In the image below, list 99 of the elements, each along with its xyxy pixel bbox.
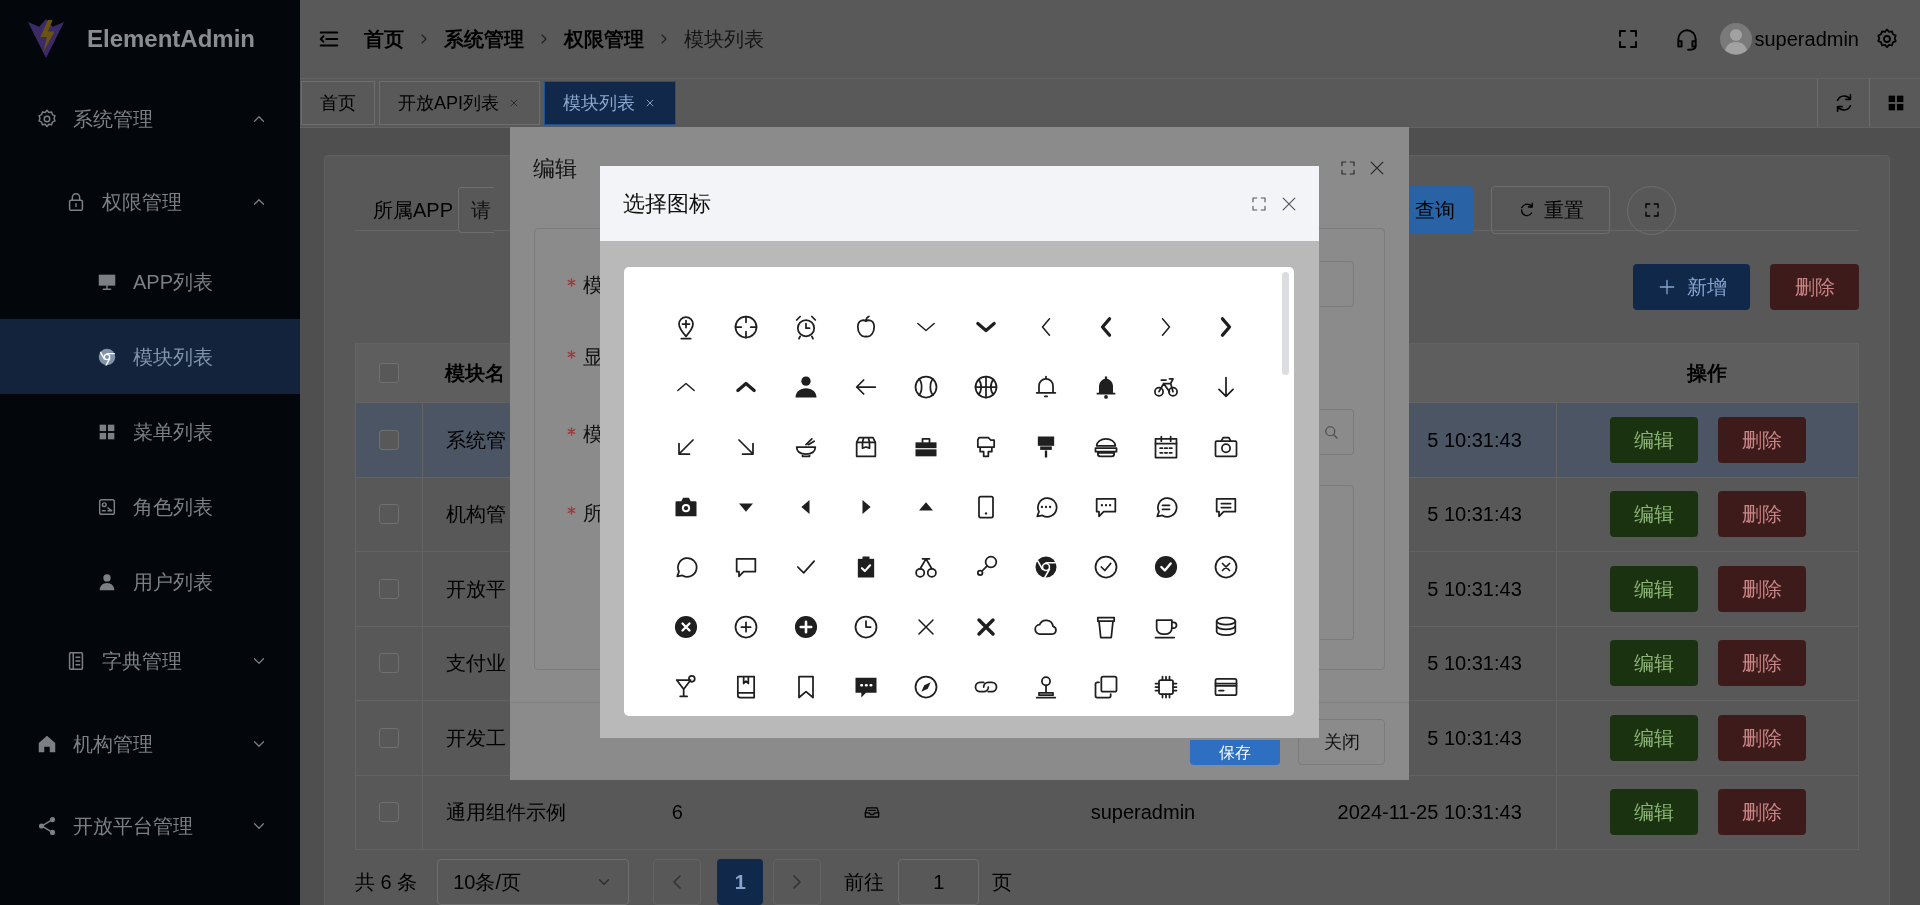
fullscreen-icon[interactable]	[1250, 194, 1268, 213]
checkbox[interactable]	[378, 802, 399, 823]
table-cell-text: 开发工	[445, 725, 506, 751]
column-header: 操作	[1687, 361, 1728, 386]
circle-plus-icon[interactable]	[732, 613, 760, 641]
search-icon	[1322, 423, 1340, 441]
table-cell-text: 系统管	[445, 427, 506, 453]
checkbox[interactable]	[378, 578, 399, 599]
app-select[interactable]: 请	[458, 187, 494, 233]
circle-plus-icon[interactable]	[792, 613, 820, 641]
menu-item[interactable]: 菜单列表	[0, 394, 300, 469]
table-cell-text: 2024-11-25 10:31:43	[1337, 800, 1522, 826]
save-button[interactable]: 保存	[1190, 740, 1280, 765]
delete-button[interactable]: 删除	[1717, 640, 1806, 687]
menu-item[interactable]: 系统管理	[0, 78, 300, 160]
menu-item[interactable]: 机构管理	[0, 703, 300, 785]
table-cell-text: 5 10:31:43	[1427, 651, 1522, 677]
add-button[interactable]: 新增	[1633, 263, 1750, 310]
circle-close-icon[interactable]	[1212, 553, 1240, 581]
menu-item[interactable]: 用户列表	[0, 544, 300, 619]
breadcrumb-item[interactable]: 首页	[364, 24, 404, 54]
table-cell-text: 6	[671, 800, 683, 826]
table-cell-text: 支付业	[445, 651, 506, 677]
tab[interactable]: 首页	[301, 81, 375, 125]
compass-icon[interactable]	[912, 673, 940, 701]
fullscreen-icon	[1642, 201, 1661, 219]
field-label: 显	[583, 345, 603, 370]
table-cell-text: 通用组件示例	[445, 800, 566, 826]
logo-text: ElementAdmin	[87, 24, 256, 54]
checkbox[interactable]	[378, 363, 399, 383]
delete-button[interactable]: 删除	[1717, 565, 1806, 612]
field-label: 所	[583, 501, 603, 526]
reset-button[interactable]: 重置	[1491, 186, 1610, 234]
avatar-icon[interactable]	[1720, 23, 1753, 55]
delete-button[interactable]: 删除	[1770, 263, 1859, 310]
tab[interactable]: 模块列表	[544, 81, 676, 125]
column-header: 模块名	[444, 361, 505, 386]
filter-label: 所属APP	[373, 198, 455, 223]
share-icon	[36, 815, 58, 837]
chip-icon[interactable]	[1152, 673, 1180, 701]
circle-close-icon[interactable]	[672, 613, 700, 641]
circle-check-icon[interactable]	[1152, 553, 1180, 581]
chevron-left-icon	[673, 875, 682, 889]
clock-icon[interactable]	[852, 613, 880, 641]
edit-button[interactable]: 编辑	[1609, 491, 1698, 538]
menu-item[interactable]: APP列表	[0, 244, 300, 319]
menu-item[interactable]: 开放平台管理	[0, 785, 300, 867]
input-field[interactable]	[1320, 261, 1354, 307]
table-cell-text: superadmin	[1090, 800, 1196, 826]
menu-item[interactable]: 角色列表	[0, 469, 300, 544]
checkbox[interactable]	[378, 653, 399, 674]
gear-icon	[36, 108, 58, 130]
edit-button[interactable]: 编辑	[1609, 640, 1698, 687]
total-count: 共 6 条	[355, 870, 418, 895]
page-size-select[interactable]: 10条/页	[437, 859, 630, 905]
checkbox[interactable]	[378, 429, 399, 450]
table-cell-text: 开放平	[445, 576, 506, 602]
breadcrumb-item[interactable]: 权限管理	[564, 24, 644, 54]
house-icon	[36, 733, 58, 755]
goto-label: 前往	[844, 870, 885, 895]
icon-field[interactable]	[1320, 409, 1354, 455]
table-cell-text: 5 10:31:43	[1427, 502, 1522, 528]
logo-icon	[27, 18, 65, 60]
page-input[interactable]: 1	[898, 859, 980, 905]
scrollbar-thumb[interactable]	[1282, 272, 1289, 375]
edit-button[interactable]: 编辑	[1609, 714, 1698, 761]
checkbox[interactable]	[378, 727, 399, 748]
user-name[interactable]: superadmin	[1754, 24, 1859, 54]
crosshair-icon[interactable]	[732, 313, 760, 341]
calendar-icon[interactable]	[1152, 433, 1180, 461]
chevron-right-icon	[793, 875, 802, 889]
table-cell-text: 5 10:31:43	[1427, 725, 1522, 751]
table-cell-text: 5 10:31:43	[1427, 576, 1522, 602]
table-row[interactable]: 通用组件示例 6 superadmin 2024-11-25 10:31:43 编辑 删除	[356, 774, 1858, 849]
circle-check-icon[interactable]	[1092, 553, 1120, 581]
goto-suffix: 页	[992, 870, 1013, 895]
breadcrumb-item: 模块列表	[684, 27, 764, 52]
delete-button[interactable]: 删除	[1717, 789, 1806, 836]
copy-icon[interactable]	[1092, 673, 1120, 701]
delete-button[interactable]: 删除	[1717, 491, 1806, 538]
baseball-icon[interactable]	[912, 373, 940, 401]
basketball-icon[interactable]	[972, 373, 1000, 401]
tab[interactable]: 开放API列表	[379, 81, 540, 125]
delete-button[interactable]: 删除	[1717, 714, 1806, 761]
table-cell-text: 5 10:31:43	[1427, 427, 1522, 453]
dialog-title: 编辑	[533, 154, 577, 183]
menu-item[interactable]: 字典管理	[0, 619, 300, 703]
menu-item[interactable]: 权限管理	[0, 160, 300, 244]
delete-button[interactable]: 删除	[1717, 416, 1806, 463]
menu-item[interactable]: 模块列表	[0, 319, 300, 394]
settings-icon[interactable]	[1875, 27, 1899, 51]
edit-button[interactable]: 编辑	[1609, 565, 1698, 612]
breadcrumb-item[interactable]: 系统管理	[444, 24, 524, 54]
edit-button[interactable]: 编辑	[1609, 789, 1698, 836]
dialog-title: 选择图标	[623, 190, 711, 218]
page-button[interactable]: 1	[717, 859, 764, 905]
table-cell-text: 机构管	[445, 502, 506, 528]
checkbox[interactable]	[378, 504, 399, 525]
edit-button[interactable]: 编辑	[1609, 416, 1698, 463]
